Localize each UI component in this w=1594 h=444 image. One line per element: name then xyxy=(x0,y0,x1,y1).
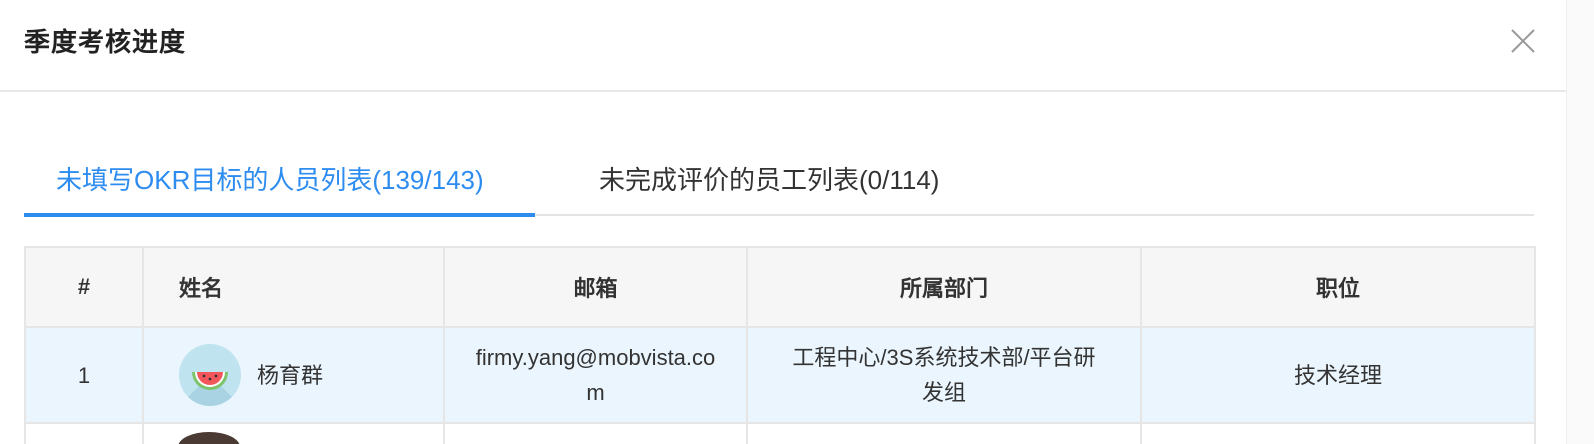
watermelon-avatar-icon xyxy=(179,344,241,406)
column-header-department: 所属部门 xyxy=(746,246,1142,328)
table-row[interactable] xyxy=(24,422,1536,444)
column-header-index: # xyxy=(24,246,144,328)
column-header-position: 职位 xyxy=(1140,246,1536,328)
tab-unfinished-evaluation[interactable]: 未完成评价的员工列表(0/114) xyxy=(599,160,939,197)
close-icon[interactable] xyxy=(1508,26,1538,56)
table-header-row: # 姓名 邮箱 所属部门 职位 xyxy=(24,246,1536,328)
active-tab-indicator xyxy=(24,213,535,217)
row-index: 1 xyxy=(24,326,144,424)
employee-name: 杨育群 xyxy=(257,362,324,388)
modal-title: 季度考核进度 xyxy=(24,27,187,57)
row-position: 技术经理 xyxy=(1140,326,1536,424)
tab-unfilled-okr[interactable]: 未填写OKR目标的人员列表(139/143) xyxy=(56,160,484,197)
row-department: 工程中心/3S系统技术部/平台研发组 xyxy=(746,326,1142,424)
employee-email: firmy.yang@mobvista.com xyxy=(475,345,716,405)
row-name-cell: 杨育群 xyxy=(142,326,445,424)
modal-header: 季度考核进度 xyxy=(0,0,1594,92)
row-email: firmy.yang@mobvista.com xyxy=(443,326,748,424)
employee-department: 工程中心/3S系统技术部/平台研发组 xyxy=(792,345,1096,405)
table-row[interactable]: 1 杨育群 firmy.yang@mobvista.com 工程中心/3S系统技… xyxy=(24,326,1536,424)
column-header-email: 邮箱 xyxy=(443,246,748,328)
quarterly-review-modal: 季度考核进度 未填写OKR目标的人员列表(139/143) 未完成评价的员工列表… xyxy=(0,0,1594,444)
scrollbar[interactable] xyxy=(1566,0,1594,444)
tab-bar: 未填写OKR目标的人员列表(139/143) 未完成评价的员工列表(0/114) xyxy=(24,150,1534,217)
column-header-name: 姓名 xyxy=(142,246,445,328)
employee-table: # 姓名 邮箱 所属部门 职位 1 杨育群 firmy.yang@mobvist… xyxy=(24,246,1536,444)
